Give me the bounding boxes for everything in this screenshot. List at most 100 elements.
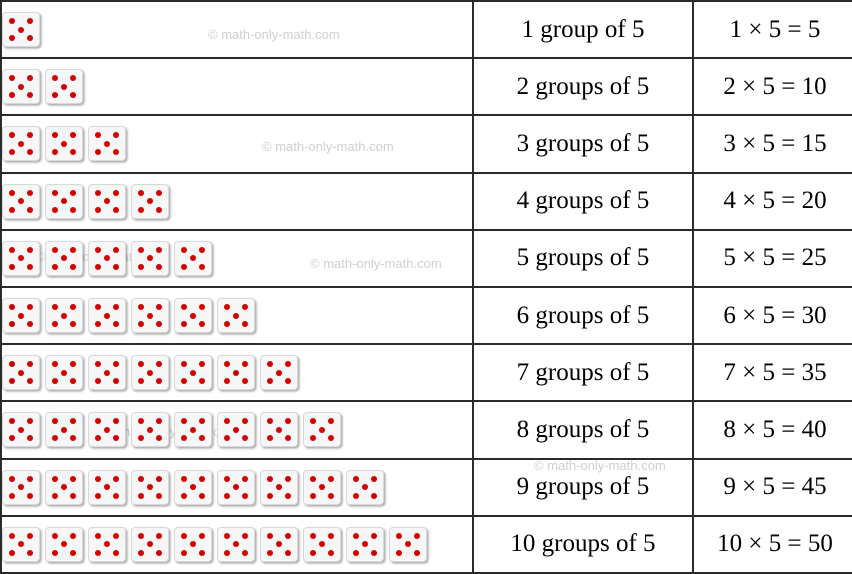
die-pip	[113, 149, 119, 156]
equation-label: 7 × 5 = 35	[692, 343, 852, 403]
die-pip	[9, 92, 15, 99]
die-pip	[95, 304, 101, 311]
die-pip	[95, 206, 101, 213]
die-pip	[181, 246, 187, 253]
equation-label: 1 × 5 = 5	[692, 0, 852, 60]
die-pip	[328, 492, 334, 499]
die-pip	[70, 492, 76, 499]
die-pip	[9, 75, 15, 82]
die-pip	[138, 549, 144, 556]
die-pip	[156, 189, 162, 196]
die-pip	[18, 26, 24, 33]
die-pip	[9, 132, 15, 139]
die-pip	[52, 492, 58, 499]
groups-label: 6 groups of 5	[472, 285, 694, 346]
die-pip	[199, 321, 205, 328]
die-pip	[181, 492, 187, 499]
die-pip	[27, 361, 33, 368]
die-pip	[233, 541, 239, 548]
die-pip	[9, 378, 15, 385]
die-pip	[113, 304, 119, 311]
die-pip	[181, 321, 187, 328]
die-pip	[285, 532, 291, 539]
die-pip	[70, 418, 76, 425]
die-pip	[70, 532, 76, 539]
die-five-face	[217, 355, 255, 391]
die-pip	[27, 435, 33, 442]
dice-group	[3, 469, 471, 505]
die-pip	[70, 361, 76, 368]
groups-label: 9 groups of 5	[472, 457, 694, 517]
die-pip	[61, 83, 67, 90]
die-pip	[267, 418, 273, 425]
equation-label: 6 × 5 = 30	[692, 285, 852, 346]
die-pip	[276, 426, 282, 433]
die-five-face	[174, 526, 212, 562]
die-pip	[224, 532, 230, 539]
die-pip	[147, 484, 153, 491]
die-pip	[242, 435, 248, 442]
die-pip	[199, 532, 205, 539]
multiplication-table-of-five: 1 group of 51 × 5 = 52 groups of 52 × 5 …	[0, 0, 852, 574]
equation-label: 10 × 5 = 50	[692, 514, 852, 574]
die-pip	[70, 304, 76, 311]
die-pip	[9, 532, 15, 539]
die-five-face	[131, 298, 169, 334]
die-pip	[147, 255, 153, 262]
die-pip	[61, 541, 67, 548]
die-pip	[104, 484, 110, 491]
die-five-face	[260, 526, 298, 562]
die-pip	[9, 246, 15, 253]
die-pip	[9, 435, 15, 442]
die-pip	[199, 418, 205, 425]
dice-group	[3, 526, 471, 562]
die-pip	[95, 549, 101, 556]
die-pip	[147, 541, 153, 548]
table-row: 5 groups of 55 × 5 = 25	[0, 228, 852, 288]
groups-label: 4 groups of 5	[472, 171, 694, 231]
die-pip	[52, 361, 58, 368]
dice-cell	[0, 114, 474, 174]
die-five-face	[3, 69, 40, 105]
die-pip	[27, 246, 33, 253]
die-pip	[181, 549, 187, 556]
dice-cell	[0, 514, 474, 574]
die-pip	[310, 532, 316, 539]
die-pip	[267, 361, 273, 368]
die-pip	[52, 435, 58, 442]
die-pip	[9, 189, 15, 196]
die-pip	[113, 492, 119, 499]
die-pip	[27, 75, 33, 82]
groups-label: 8 groups of 5	[472, 400, 694, 460]
die-five-face	[389, 526, 427, 562]
die-pip	[70, 132, 76, 139]
die-pip	[95, 378, 101, 385]
die-pip	[52, 206, 58, 213]
die-five-face	[88, 183, 126, 219]
die-pip	[353, 475, 359, 482]
die-five-face	[131, 526, 169, 562]
die-pip	[267, 532, 273, 539]
die-five-face	[3, 355, 40, 391]
die-pip	[285, 549, 291, 556]
die-pip	[138, 492, 144, 499]
dice-cell	[0, 57, 474, 117]
die-pip	[147, 426, 153, 433]
die-pip	[224, 378, 230, 385]
die-pip	[138, 378, 144, 385]
die-pip	[138, 206, 144, 213]
die-five-face	[45, 298, 83, 334]
die-pip	[138, 304, 144, 311]
die-pip	[242, 304, 248, 311]
die-five-face	[45, 469, 83, 505]
die-pip	[224, 475, 230, 482]
die-five-face	[3, 12, 40, 48]
die-pip	[52, 92, 58, 99]
die-five-face	[131, 183, 169, 219]
table-row: 3 groups of 53 × 5 = 15	[0, 114, 852, 174]
die-five-face	[3, 240, 40, 276]
die-five-face	[131, 240, 169, 276]
die-pip	[95, 263, 101, 270]
die-pip	[27, 92, 33, 99]
die-pip	[181, 304, 187, 311]
